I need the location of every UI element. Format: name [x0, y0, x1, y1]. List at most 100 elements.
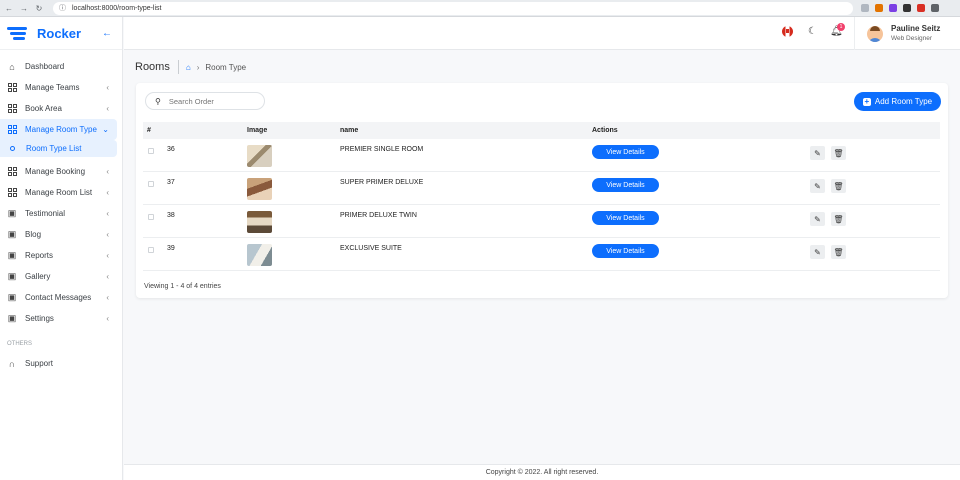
- sidebar-item-dashboard[interactable]: ⌂ Dashboard: [0, 56, 117, 77]
- edit-icon[interactable]: ✎: [810, 245, 825, 259]
- row-checkbox[interactable]: [148, 181, 154, 187]
- row-id: 38: [167, 212, 175, 219]
- view-details-button[interactable]: View Details: [592, 145, 659, 159]
- sidebar-item-manage-booking[interactable]: Manage Booking ‹: [0, 161, 117, 182]
- add-room-type-button[interactable]: + Add Room Type: [854, 92, 941, 111]
- headset-icon: ∩: [8, 358, 16, 369]
- column-header-name: name: [340, 127, 359, 134]
- row-checkbox[interactable]: [148, 148, 154, 154]
- sidebar-item-manage-room-type[interactable]: Manage Room Type ⌄: [0, 119, 117, 140]
- address-bar[interactable]: ⓘ localhost:8000/room-type-list: [53, 1, 853, 15]
- extension-icon[interactable]: [875, 4, 883, 12]
- doc-icon: ▣: [7, 313, 17, 323]
- home-icon[interactable]: ⌂: [186, 63, 191, 72]
- sidebar-item-label: Testimonial: [25, 209, 66, 218]
- chevron-right-icon: ›: [196, 62, 200, 72]
- canada-flag-icon[interactable]: [782, 26, 793, 40]
- row-checkbox[interactable]: [148, 247, 154, 253]
- grid-icon: [7, 188, 17, 198]
- sidebar-item-gallery[interactable]: ▣ Gallery ‹: [0, 266, 117, 287]
- edit-icon[interactable]: ✎: [810, 212, 825, 226]
- room-thumbnail: [247, 244, 272, 266]
- room-thumbnail: [247, 178, 272, 200]
- sidebar-item-label: Contact Messages: [25, 293, 92, 302]
- row-id: 36: [167, 146, 175, 153]
- footer: Copyright © 2022. All right reserved.: [124, 464, 960, 480]
- top-navbar: ☾ 🔔︎ 1 Pauline Seitz Web Designer: [124, 17, 960, 50]
- table-row: 36 PREMIER SINGLE ROOM View Details ✎ 🗑: [143, 139, 940, 172]
- chevron-left-icon: ‹: [106, 251, 109, 260]
- extension-icon[interactable]: [889, 4, 897, 12]
- view-details-button[interactable]: View Details: [592, 178, 659, 192]
- edit-icon[interactable]: ✎: [810, 146, 825, 160]
- view-details-button[interactable]: View Details: [592, 244, 659, 258]
- table-row: 37 SUPER PRIMER DELUXE View Details ✎ 🗑: [143, 172, 940, 205]
- delete-icon[interactable]: 🗑: [831, 245, 846, 259]
- edit-icon[interactable]: ✎: [810, 179, 825, 193]
- sidebar-item-label: Gallery: [25, 272, 51, 281]
- sidebar-item-label: Dashboard: [25, 62, 65, 71]
- sidebar-toggle-icon[interactable]: ←: [102, 28, 112, 39]
- sidebar-subitem-label: Room Type List: [26, 144, 82, 153]
- room-name: SUPER PRIMER DELUXE: [340, 179, 424, 186]
- doc-icon: ▣: [7, 292, 17, 302]
- search-icon: ⚲: [155, 96, 161, 106]
- doc-icon: ▣: [7, 250, 17, 260]
- circle-icon: [10, 146, 15, 151]
- extension-icon[interactable]: [861, 4, 869, 12]
- sidebar-subitem-room-type-list[interactable]: Room Type List: [0, 140, 117, 157]
- sidebar-item-reports[interactable]: ▣ Reports ‹: [0, 245, 117, 266]
- grid-icon: [7, 83, 17, 93]
- sidebar-item-manage-room-list[interactable]: Manage Room List ‹: [0, 182, 117, 203]
- room-name: PRIMER DELUXE TWIN: [340, 212, 417, 219]
- grid-icon: [7, 167, 17, 177]
- url-text: localhost:8000/room-type-list: [72, 4, 162, 12]
- room-thumbnail: [247, 145, 272, 167]
- plus-icon: +: [862, 96, 871, 106]
- site-info-icon[interactable]: ⓘ: [59, 3, 66, 13]
- reload-icon[interactable]: ↻: [33, 0, 45, 17]
- search-input[interactable]: [168, 96, 249, 106]
- sidebar-item-contact-messages[interactable]: ▣ Contact Messages ‹: [0, 287, 117, 308]
- room-name: PREMIER SINGLE ROOM: [340, 146, 424, 153]
- delete-icon[interactable]: 🗑: [831, 179, 846, 193]
- back-arrow-icon[interactable]: ←: [3, 0, 15, 17]
- dark-mode-icon[interactable]: ☾: [808, 26, 817, 37]
- brand-header: Rocker ←: [0, 17, 122, 50]
- user-role: Web Designer: [891, 35, 933, 42]
- delete-icon[interactable]: 🗑: [831, 146, 846, 160]
- page-title: Rooms: [135, 60, 179, 74]
- delete-icon[interactable]: 🗑: [831, 212, 846, 226]
- sidebar-item-support[interactable]: ∩ Support: [0, 353, 117, 374]
- extension-icon[interactable]: [917, 4, 925, 12]
- sidebar-item-manage-teams[interactable]: Manage Teams ‹: [0, 77, 117, 98]
- sidebar-section-label: OTHERS: [7, 341, 33, 347]
- view-details-button[interactable]: View Details: [592, 211, 659, 225]
- sidebar-item-settings[interactable]: ▣ Settings ‹: [0, 308, 117, 329]
- sidebar-item-testimonial[interactable]: ▣ Testimonial ‹: [0, 203, 117, 224]
- extension-icon[interactable]: [903, 4, 911, 12]
- chevron-left-icon: ‹: [106, 167, 109, 176]
- breadcrumb-current: Room Type: [205, 62, 247, 72]
- chevron-left-icon: ‹: [106, 83, 109, 92]
- brand-name: Rocker: [37, 25, 82, 41]
- sidebar-item-label: Manage Booking: [25, 167, 86, 176]
- sidebar-item-book-area[interactable]: Book Area ‹: [0, 98, 117, 119]
- grid-icon: [7, 125, 17, 135]
- user-profile[interactable]: Pauline Seitz Web Designer: [854, 17, 960, 50]
- avatar: [867, 25, 883, 42]
- sidebar-item-label: Manage Room List: [25, 188, 93, 197]
- chevron-left-icon: ‹: [106, 104, 109, 113]
- extension-icon[interactable]: [931, 4, 939, 12]
- forward-arrow-icon[interactable]: →: [18, 0, 30, 17]
- breadcrumb: Rooms ⌂ › Room Type: [135, 60, 246, 74]
- sidebar-item-label: Book Area: [25, 104, 62, 113]
- search-box[interactable]: ⚲: [145, 92, 265, 110]
- chevron-left-icon: ‹: [106, 209, 109, 218]
- row-id: 37: [167, 179, 175, 186]
- sidebar-item-blog[interactable]: ▣ Blog ‹: [0, 224, 117, 245]
- notification-badge: 1: [837, 23, 845, 31]
- column-header-id: #: [147, 127, 151, 134]
- row-checkbox[interactable]: [148, 214, 154, 220]
- chevron-left-icon: ‹: [106, 293, 109, 302]
